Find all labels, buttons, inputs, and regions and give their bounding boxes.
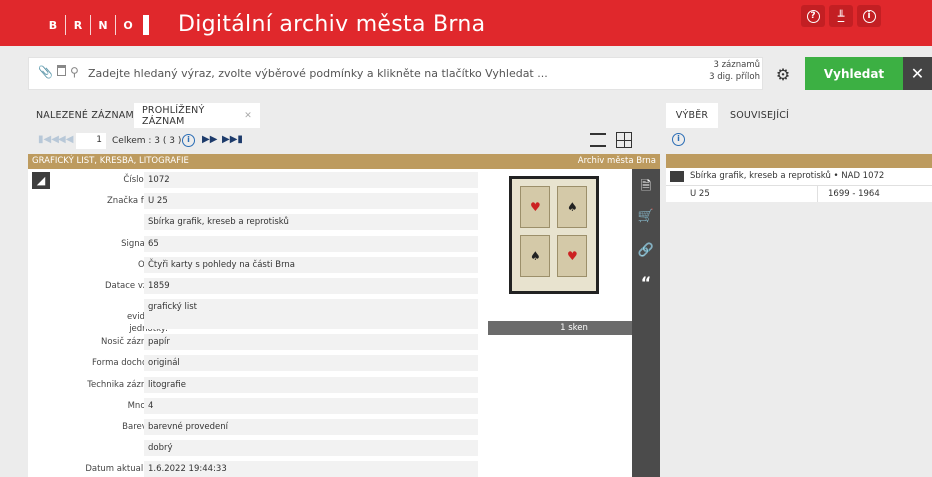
selection-item-title: Sbírka grafik, kreseb a reprotisků • NAD… <box>690 171 885 181</box>
field-row: Technika záznamu: litografie <box>28 376 478 393</box>
card-image: ♠ <box>520 235 550 277</box>
tab-related[interactable]: SOUVISEJÍCÍ <box>722 103 797 128</box>
chart-icon: ╨ <box>837 9 845 23</box>
selection-item-range: 1699 - 1964 <box>828 189 880 199</box>
field-value: 1072 <box>144 172 478 188</box>
field-row: Druh evidenční jednotky:grafický list <box>28 298 478 334</box>
collection-icon <box>670 171 684 182</box>
field-row: Datum aktualizace: 1.6.2022 19:44:33 <box>28 460 478 477</box>
help-icon: ? <box>806 9 820 23</box>
logo-separator <box>90 15 91 35</box>
records-count: 3 záznamů <box>713 60 760 70</box>
first-page-icon[interactable]: ▮◀◀ <box>38 134 59 145</box>
info-icon: i <box>862 9 876 23</box>
record-detail-panel: ◢ Číslo NAD:1072Značka fondu:U 25Fond:Sb… <box>28 169 660 477</box>
pdf-icon[interactable]: 🗎 <box>632 177 660 199</box>
tab-selection[interactable]: VÝBĚR <box>666 103 718 128</box>
tab-found-records[interactable]: NALEZENÉ ZÁZNAMY <box>28 103 148 128</box>
location-icon[interactable]: ⚲ <box>70 65 79 79</box>
app-header: B R N O Digitální archiv města Brna ? ╨ … <box>0 0 932 46</box>
card-image: ♥ <box>520 186 550 228</box>
selection-col-divider <box>817 185 818 202</box>
search-placeholder: Zadejte hledaný výraz, zvolte výběrové p… <box>88 67 548 80</box>
link-icon[interactable]: 🔗 <box>632 243 660 258</box>
archive-icon[interactable] <box>56 65 66 76</box>
selection-item-code: U 25 <box>690 189 710 199</box>
field-value: 1859 <box>144 278 478 294</box>
field-row: Barevnost:barevné provedení <box>28 418 478 435</box>
record-section-header: GRAFICKÝ LIST, KRESBA, LITOGRAFIE Archiv… <box>28 154 660 169</box>
logo-letter-b: B <box>48 18 58 32</box>
logo-letter-n: N <box>98 18 108 32</box>
field-value: papír <box>144 334 478 351</box>
field-row: Nosič záznamu: papír <box>28 333 478 351</box>
prev-page-icon[interactable]: ◀◀ <box>58 134 73 145</box>
total-count: Celkem : 3 ( 3 ) <box>112 136 182 146</box>
field-value: dobrý <box>144 440 478 457</box>
selection-item[interactable]: Sbírka grafik, kreseb a reprotisků • NAD… <box>666 168 932 202</box>
next-page-icon[interactable]: ▶▶ <box>202 134 217 145</box>
table-view-icon[interactable] <box>616 132 632 148</box>
attachments-count: 3 dig. příloh <box>709 72 760 82</box>
record-side-toolbar: 🗎 🛒 🔗 “ <box>632 169 660 477</box>
selection-panel: i Sbírka grafik, kreseb a reprotisků • N… <box>666 128 932 477</box>
last-page-icon[interactable]: ▶▶▮ <box>222 134 243 145</box>
field-row: Datace vzniku: 1859 <box>28 277 478 294</box>
field-row: Signatura::65 <box>28 235 478 252</box>
card-image: ♥ <box>557 235 587 277</box>
card-image: ♠ <box>557 186 587 228</box>
archive-name: Archiv města Brna <box>577 156 656 166</box>
logo-separator <box>115 15 116 35</box>
field-value: U 25 <box>144 193 478 210</box>
tab-viewed-record[interactable]: PROHLÍŽENÝ ZÁZNAM ✕ <box>134 103 260 128</box>
selection-section-bar <box>666 154 932 168</box>
record-type: GRAFICKÝ LIST, KRESBA, LITOGRAFIE <box>32 156 189 166</box>
field-value: 65 <box>144 235 478 252</box>
field-row: Forma dochování: originál <box>28 354 478 372</box>
field-value: 1.6.2022 19:44:33 <box>144 461 478 477</box>
selection-divider <box>666 185 932 186</box>
list-view-icon[interactable] <box>590 133 606 147</box>
logo-block <box>143 15 149 35</box>
cart-icon[interactable]: 🛒 <box>632 209 660 224</box>
field-value: originál <box>144 355 478 372</box>
page-input[interactable]: 1 <box>76 133 106 149</box>
help-button[interactable]: ? <box>801 5 825 27</box>
logo-separator <box>65 15 66 35</box>
info-button[interactable]: i <box>857 5 881 27</box>
app-title: Digitální archiv města Brna <box>178 12 486 37</box>
logo-letter-r: R <box>73 18 83 32</box>
search-filters: 📎 ⚲ <box>38 65 79 79</box>
field-row: Značka fondu: U 25 <box>28 192 478 210</box>
attachment-icon[interactable]: 📎 <box>38 65 53 79</box>
quote-icon[interactable]: “ <box>632 273 660 292</box>
logo-letter-o: O <box>123 18 133 32</box>
result-counts: 3 záznamů 3 dig. příloh <box>705 59 760 83</box>
gear-icon: ⚙ <box>775 64 791 84</box>
field-row: Číslo NAD:1072 <box>28 171 478 188</box>
record-pager: ▮◀◀ ◀◀ 1 Celkem : 3 ( 3 ) i ▶▶ ▶▶▮ <box>28 128 660 154</box>
info-icon[interactable]: i <box>182 134 195 147</box>
field-value: Sbírka grafik, kreseb a reprotisků <box>144 214 478 231</box>
field-row: Fond:Sbírka grafik, kreseb a reprotisků <box>28 213 478 231</box>
field-value: 4 <box>144 397 478 414</box>
field-row: Obsah:Čtyři karty s pohledy na části Brn… <box>28 256 478 273</box>
settings-button[interactable]: ⚙ <box>772 63 794 85</box>
field-row: Stav:dobrý <box>28 439 478 457</box>
field-value: grafický list <box>144 299 478 330</box>
field-value: barevné provedení <box>144 419 478 435</box>
field-value: litografie <box>144 376 478 393</box>
search-button[interactable]: Vyhledat <box>805 57 903 90</box>
field-value: Čtyři karty s pohledy na části Brna <box>144 256 478 273</box>
close-icon[interactable]: ✕ <box>244 111 252 121</box>
close-search-button[interactable]: ✕ <box>903 57 932 90</box>
field-row: Množství:4 <box>28 397 478 414</box>
tab-viewed-label: PROHLÍŽENÝ ZÁZNAM <box>142 104 205 127</box>
statistics-button[interactable]: ╨ <box>829 5 853 27</box>
info-icon[interactable]: i <box>672 133 685 146</box>
scan-thumbnail[interactable]: ♥ ♠ ♠ ♥ <box>509 176 599 294</box>
brno-logo[interactable]: B R N O <box>44 15 149 35</box>
